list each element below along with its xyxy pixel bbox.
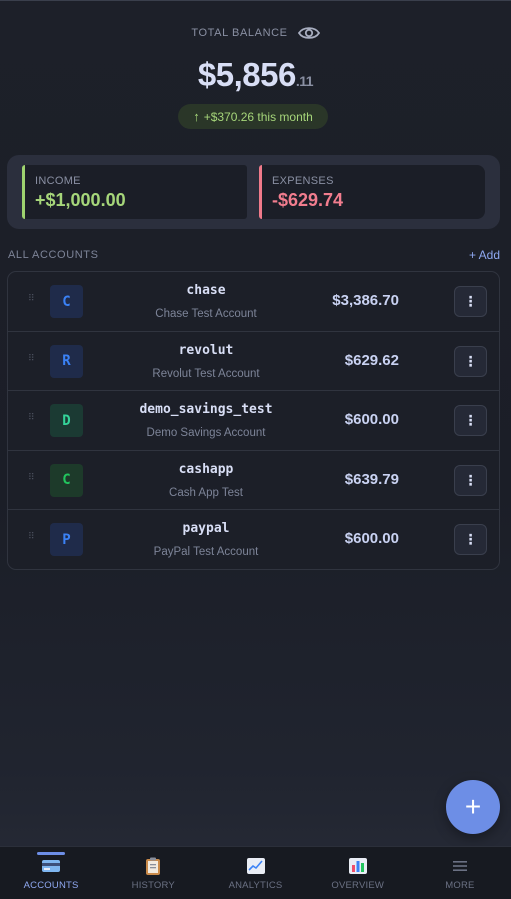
balance-cents: .11 bbox=[295, 73, 314, 89]
add-account-button[interactable]: + Add bbox=[469, 248, 500, 262]
account-balance: $639.79 bbox=[344, 470, 399, 488]
account-balance: $600.00 bbox=[344, 530, 399, 548]
account-row-chase[interactable]: ⠿ C chase Chase Test Account $3,386.70 ⋮ bbox=[8, 272, 499, 332]
nav-history-label: HISTORY bbox=[131, 880, 175, 891]
account-avatar: C bbox=[50, 463, 83, 497]
account-subtitle: PayPal Test Account bbox=[153, 546, 259, 559]
account-subtitle: Chase Test Account bbox=[155, 308, 257, 320]
eye-icon[interactable] bbox=[297, 22, 320, 44]
income-label: INCOME bbox=[35, 175, 81, 187]
account-row-demo-savings[interactable]: ⠿ D demo_savings_test Demo Savings Accou… bbox=[8, 391, 499, 451]
kebab-menu-icon[interactable]: ⋮ bbox=[454, 405, 487, 437]
accounts-list: ⠿ C chase Chase Test Account $3,386.70 ⋮… bbox=[7, 271, 500, 570]
account-avatar: D bbox=[50, 404, 83, 438]
drag-handle-icon[interactable]: ⠿ bbox=[28, 413, 36, 422]
nav-history[interactable]: HISTORY bbox=[102, 847, 204, 899]
total-balance-amount: $5,856.11 bbox=[0, 56, 511, 94]
income-expenses-card: INCOME +$1,000.00 EXPENSES -$629.74 bbox=[7, 155, 500, 229]
line-chart-icon bbox=[246, 856, 266, 876]
arrow-up-icon: ↑ bbox=[193, 109, 200, 124]
drag-handle-icon[interactable]: ⠿ bbox=[28, 532, 36, 541]
account-name: cashapp bbox=[178, 461, 234, 477]
monthly-change-text: +$370.26 this month bbox=[203, 109, 313, 124]
balance-main: $5,856 bbox=[197, 56, 296, 93]
accounts-header: ALL ACCOUNTS + Add bbox=[8, 248, 500, 262]
kebab-menu-icon[interactable]: ⋮ bbox=[454, 345, 487, 377]
kebab-menu-icon[interactable]: ⋮ bbox=[454, 286, 487, 317]
monthly-change-badge: ↑ +$370.26 this month bbox=[178, 104, 328, 129]
account-row-paypal[interactable]: ⠿ P paypal PayPal Test Account $600.00 ⋮ bbox=[8, 510, 499, 570]
total-balance-label: TOTAL BALANCE bbox=[191, 27, 288, 39]
credit-card-icon bbox=[41, 856, 61, 876]
nav-accounts-label: ACCOUNTS bbox=[23, 880, 79, 891]
income-box: INCOME +$1,000.00 bbox=[22, 165, 247, 219]
expenses-value: -$629.74 bbox=[272, 190, 344, 210]
drag-handle-icon[interactable]: ⠿ bbox=[28, 353, 36, 362]
expenses-label: EXPENSES bbox=[272, 175, 334, 187]
account-name: demo_savings_test bbox=[139, 402, 273, 418]
kebab-menu-icon[interactable]: ⋮ bbox=[454, 524, 487, 556]
drag-handle-icon[interactable]: ⠿ bbox=[28, 294, 36, 303]
expenses-box: EXPENSES -$629.74 bbox=[259, 165, 485, 219]
hamburger-menu-icon bbox=[452, 856, 468, 876]
account-avatar: P bbox=[50, 523, 83, 557]
account-name: revolut bbox=[178, 342, 234, 358]
bar-chart-icon bbox=[348, 856, 368, 876]
kebab-menu-icon[interactable]: ⋮ bbox=[454, 464, 487, 496]
balance-label-row: TOTAL BALANCE bbox=[0, 22, 511, 44]
bottom-nav: ACCOUNTS HISTORY ANALYTICS OVERVIEW MORE bbox=[0, 846, 511, 899]
income-value: +$1,000.00 bbox=[35, 190, 126, 210]
account-subtitle: Demo Savings Account bbox=[146, 427, 266, 440]
account-subtitle: Cash App Test bbox=[169, 486, 243, 499]
account-row-revolut[interactable]: ⠿ R revolut Revolut Test Account $629.62… bbox=[8, 332, 499, 392]
account-row-cashapp[interactable]: ⠿ C cashapp Cash App Test $639.79 ⋮ bbox=[8, 451, 499, 511]
clipboard-icon bbox=[145, 856, 161, 876]
account-balance: $629.62 bbox=[344, 351, 399, 369]
account-balance: $600.00 bbox=[344, 411, 399, 429]
account-avatar: C bbox=[50, 285, 83, 318]
drag-handle-icon[interactable]: ⠿ bbox=[28, 472, 36, 481]
nav-more[interactable]: MORE bbox=[409, 847, 511, 899]
account-balance: $3,386.70 bbox=[332, 292, 399, 309]
nav-overview[interactable]: OVERVIEW bbox=[307, 847, 409, 899]
nav-accounts[interactable]: ACCOUNTS bbox=[0, 847, 102, 899]
add-fab-button[interactable]: + bbox=[446, 780, 500, 834]
nav-more-label: MORE bbox=[445, 880, 475, 891]
account-subtitle: Revolut Test Account bbox=[152, 367, 260, 380]
top-divider bbox=[0, 0, 511, 1]
nav-analytics[interactable]: ANALYTICS bbox=[204, 847, 306, 899]
all-accounts-title: ALL ACCOUNTS bbox=[8, 249, 99, 261]
account-name: paypal bbox=[182, 521, 230, 537]
nav-overview-label: OVERVIEW bbox=[331, 880, 385, 891]
nav-analytics-label: ANALYTICS bbox=[228, 880, 283, 891]
account-name: chase bbox=[186, 283, 226, 298]
account-avatar: R bbox=[50, 344, 83, 378]
